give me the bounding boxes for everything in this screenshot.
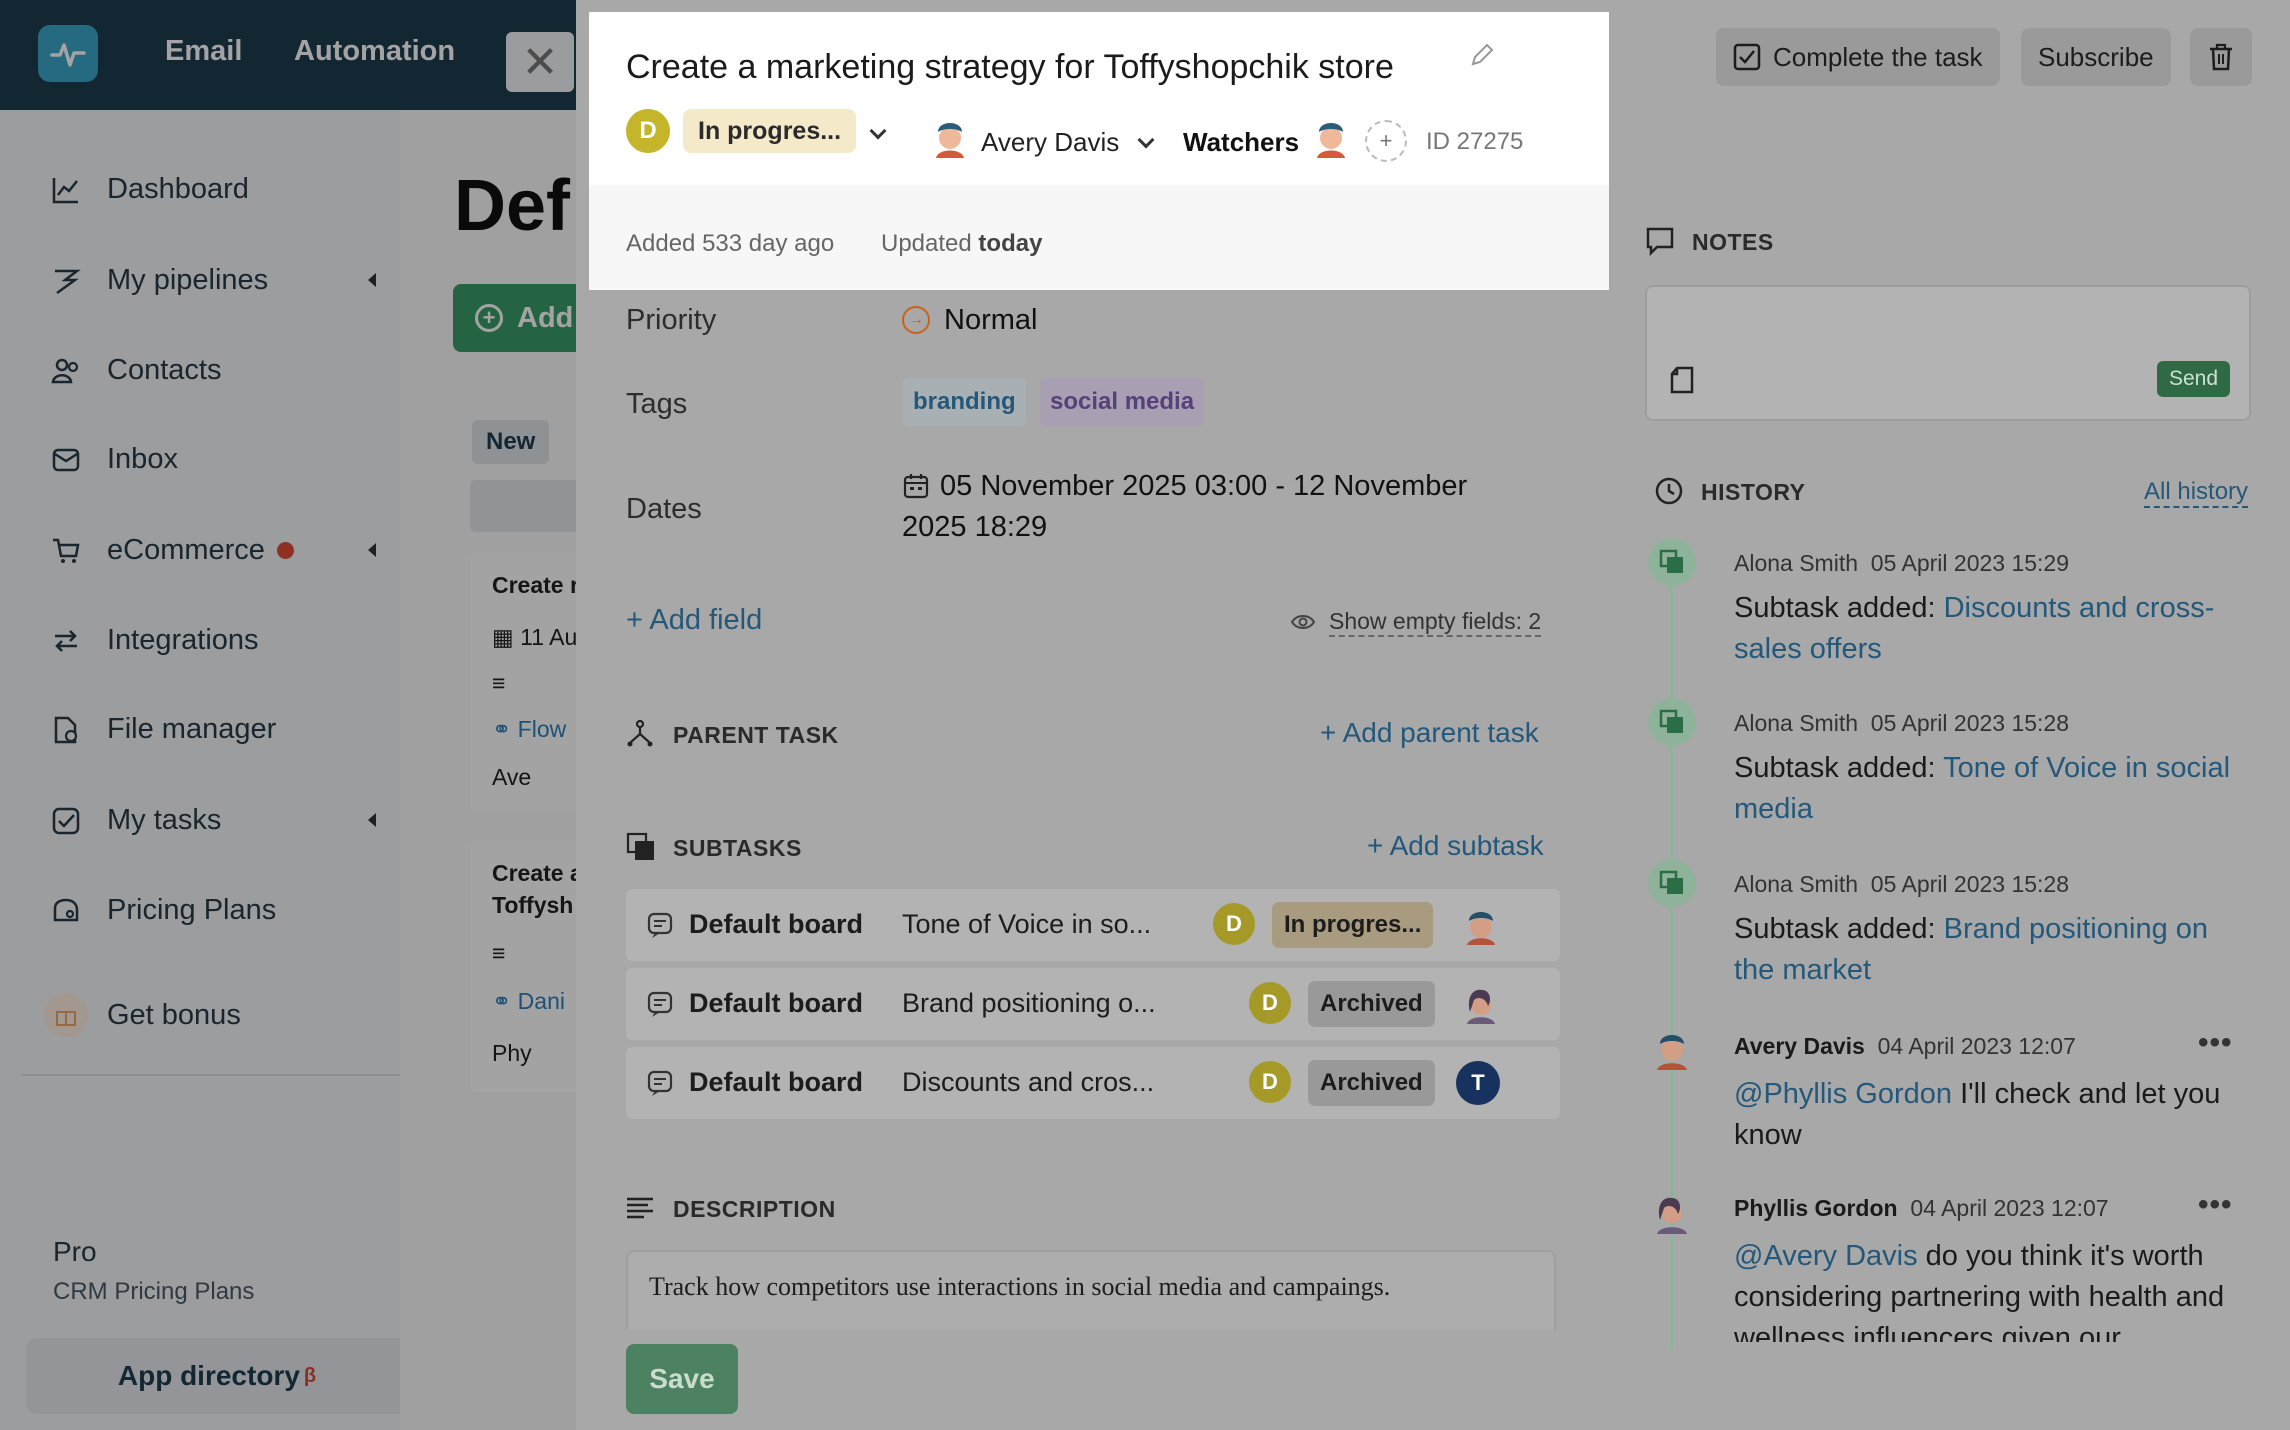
subtask-name[interactable]: Brand positioning o...	[902, 988, 1156, 1019]
history-meta: Avery Davis 04 April 2023 12:07	[1734, 1033, 2076, 1059]
subtask-avatar: D	[1249, 1061, 1291, 1103]
add-subtask-button[interactable]: + Add subtask	[1367, 830, 1544, 862]
assignee-dropdown[interactable]: Avery Davis	[981, 127, 1155, 158]
avatar	[1460, 903, 1502, 945]
comment-text-clip: @Avery Davis do you think it's worth con…	[1734, 1236, 2264, 1342]
add-watcher-button[interactable]: +	[1365, 120, 1407, 162]
priority-value[interactable]: Normal	[944, 304, 1037, 337]
attach-file-icon[interactable]	[1667, 365, 1697, 400]
subtask-avatar: D	[1249, 982, 1291, 1024]
subtask-board: Default board	[689, 909, 864, 939]
dates-line-2[interactable]: 2025 18:29	[902, 511, 1047, 544]
history-entry: Subtask added: Tone of Voice in social m…	[1734, 752, 2231, 825]
subscribe-button[interactable]: Subscribe	[2021, 28, 2171, 86]
comment-text: @Phyllis Gordon I'll check and let you k…	[1734, 1078, 2221, 1151]
subtask-status[interactable]: In progres...	[1272, 902, 1434, 948]
subtask-name[interactable]: Tone of Voice in so...	[902, 909, 1151, 940]
chevron-down-icon[interactable]	[869, 122, 887, 140]
history-entry: Subtask added: Discounts and cross-sales…	[1734, 592, 2215, 665]
more-options-icon[interactable]: •••	[2198, 1188, 2233, 1222]
tag-social-media[interactable]: social media	[1040, 378, 1205, 426]
avatar	[1649, 1188, 1695, 1234]
parent-task-icon	[626, 718, 654, 753]
parent-task-label: PARENT TASK	[673, 722, 839, 748]
subtask-row[interactable]: Default board Tone of Voice in so... D I…	[626, 889, 1560, 961]
priority-icon: →	[902, 306, 930, 334]
notes-input[interactable]	[1645, 285, 2251, 421]
assignee-name: Avery Davis	[981, 127, 1120, 157]
history-meta: Alona Smith 05 April 2023 15:29	[1734, 550, 2070, 576]
history-entry: Subtask added: Brand positioning on the …	[1734, 913, 2209, 986]
comment-icon	[1645, 226, 1675, 261]
trash-icon[interactable]	[2190, 28, 2252, 86]
dates-label: Dates	[626, 493, 702, 525]
task-header: Create a marketing strategy for Toffysho…	[589, 12, 1609, 290]
history-meta: Phyllis Gordon 04 April 2023 12:07	[1734, 1195, 2109, 1221]
avatar[interactable]	[1311, 114, 1351, 158]
subtask-row[interactable]: Default board Brand positioning o... D A…	[626, 968, 1560, 1040]
watchers-label: Watchers	[1183, 127, 1300, 157]
status-dropdown[interactable]: In progres...	[683, 109, 857, 153]
complete-task-button[interactable]: Complete the task	[1716, 28, 2000, 86]
added-time: Added 533 day ago	[626, 230, 835, 257]
subtask-added-icon	[1648, 538, 1696, 586]
history-meta: Alona Smith 05 April 2023 15:28	[1734, 871, 2070, 897]
subtask-added-icon	[1648, 698, 1696, 746]
tag-branding[interactable]: branding	[903, 378, 1026, 426]
chevron-down-icon	[1137, 131, 1155, 149]
subtask-name[interactable]: Discounts and cros...	[902, 1067, 1154, 1098]
task-title[interactable]: Create a marketing strategy for Toffysho…	[626, 48, 1394, 87]
subtasks-label: SUBTASKS	[673, 835, 802, 861]
mention-link[interactable]: @Phyllis Gordon	[1734, 1078, 1952, 1110]
calendar-icon	[902, 472, 930, 505]
task-icon	[646, 1069, 674, 1102]
description-icon	[626, 1196, 654, 1225]
history-label: HISTORY	[1701, 479, 1806, 505]
priority-label: Priority	[626, 304, 717, 336]
more-options-icon[interactable]: •••	[2198, 1026, 2233, 1060]
subtask-board: Default board	[689, 988, 864, 1018]
subtask-added-icon	[1648, 859, 1696, 907]
subtasks-icon	[626, 832, 656, 867]
task-icon	[646, 911, 674, 944]
mention-link[interactable]: @Avery Davis	[1734, 1240, 1918, 1272]
status-label: In progres...	[698, 116, 842, 145]
avatar	[1460, 982, 1502, 1024]
checkbox-icon	[1733, 43, 1761, 71]
complete-task-label: Complete the task	[1773, 41, 1983, 72]
add-field-button[interactable]: + Add field	[626, 604, 762, 637]
dates-line-1[interactable]: 05 November 2025 03:00 - 12 November	[940, 470, 1467, 503]
updated-time: Updated today	[881, 230, 1043, 257]
save-button[interactable]: Save	[626, 1344, 738, 1414]
task-id: ID 27275	[1426, 128, 1524, 155]
history-meta: Alona Smith 05 April 2023 15:28	[1734, 710, 2070, 736]
send-button[interactable]: Send	[2157, 361, 2230, 397]
status-avatar: D	[626, 109, 670, 153]
subtask-board: Default board	[689, 1067, 864, 1097]
assignee-avatar: T	[1456, 1061, 1500, 1105]
subtask-status[interactable]: Archived	[1308, 981, 1435, 1027]
avatar	[930, 114, 970, 158]
eye-icon	[1290, 612, 1316, 637]
task-icon	[646, 990, 674, 1023]
pencil-icon[interactable]	[1469, 42, 1495, 73]
description-label: DESCRIPTION	[673, 1196, 836, 1222]
notes-label: NOTES	[1692, 229, 1774, 255]
subtask-avatar: D	[1213, 903, 1255, 945]
add-parent-task-button[interactable]: + Add parent task	[1320, 717, 1539, 749]
show-empty-fields-toggle[interactable]: Show empty fields: 2	[1329, 608, 1542, 637]
all-history-link[interactable]: All history	[2144, 478, 2249, 508]
clock-icon	[1654, 476, 1684, 511]
subtask-status[interactable]: Archived	[1308, 1060, 1435, 1106]
description-editor[interactable]: Track how competitors use interactions i…	[626, 1250, 1556, 1330]
avatar	[1649, 1024, 1695, 1070]
subtask-row[interactable]: Default board Discounts and cros... D Ar…	[626, 1047, 1560, 1119]
description-text: Track how competitors use interactions i…	[649, 1272, 1391, 1301]
comment-text: @Avery Davis do you think it's worth con…	[1734, 1240, 2225, 1342]
tags-label: Tags	[626, 388, 688, 420]
